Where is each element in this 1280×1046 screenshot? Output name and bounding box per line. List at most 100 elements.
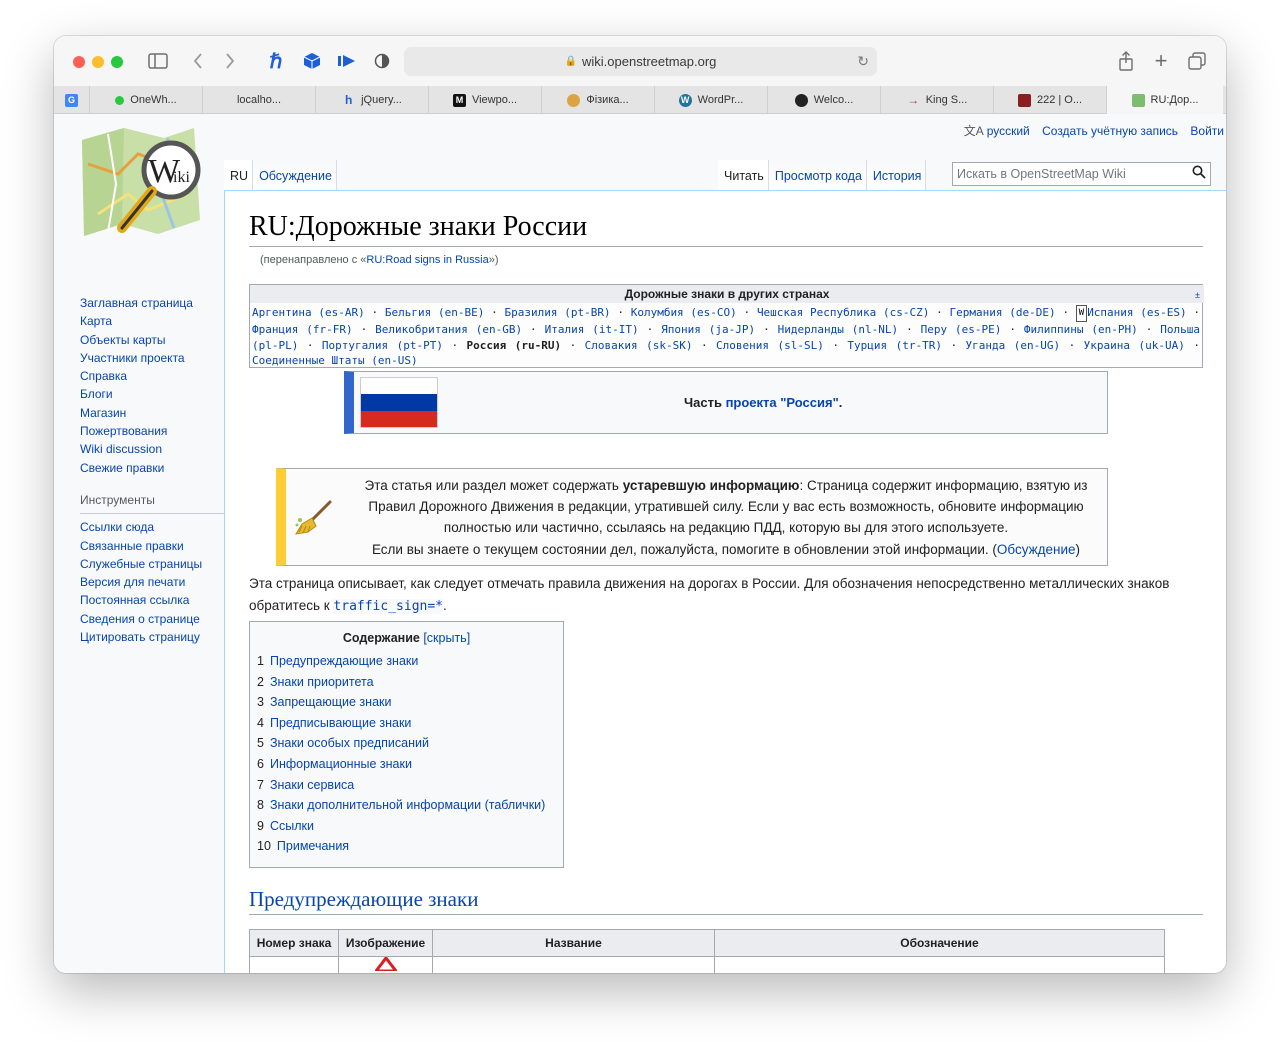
tab-physics[interactable]: Фізика... bbox=[542, 86, 655, 114]
tab-view-source[interactable]: Просмотр кода bbox=[768, 160, 867, 190]
navbox-country-link[interactable]: Уганда (en-UG) bbox=[966, 339, 1061, 352]
tab-history[interactable]: История bbox=[866, 160, 927, 190]
sidebar-item-related-changes[interactable]: Связанные правки bbox=[80, 537, 230, 555]
sidebar-item-shop[interactable]: Магазин bbox=[80, 404, 230, 422]
title-divider bbox=[249, 246, 1203, 247]
sidebar-item-contributors[interactable]: Участники проекта bbox=[80, 349, 230, 367]
extension-h-icon[interactable]: ℏ bbox=[264, 49, 288, 73]
search-icon[interactable] bbox=[1192, 165, 1206, 182]
navbox-country-link[interactable]: Колумбия (es-CO) bbox=[631, 306, 737, 319]
separator: · bbox=[638, 323, 662, 337]
create-account-link[interactable]: Создать учётную запись bbox=[1042, 124, 1178, 138]
navbox-country-link[interactable]: Италия (it-IT) bbox=[545, 323, 639, 336]
sidebar-item-map-features[interactable]: Объекты карты bbox=[80, 331, 230, 349]
toc-item[interactable]: 7 Знаки сервиса bbox=[257, 775, 563, 796]
sidebar-item-what-links-here[interactable]: Ссылки сюда bbox=[80, 518, 230, 536]
address-bar[interactable]: 🔒 wiki.openstreetmap.org ↻ bbox=[404, 47, 877, 76]
tab-welcome[interactable]: Welco... bbox=[768, 86, 881, 114]
tab-talk[interactable]: Обсуждение bbox=[253, 160, 337, 190]
navbox-toggle[interactable]: ± bbox=[1195, 286, 1200, 304]
navbox-country-link[interactable]: Турция (tr-TR) bbox=[847, 339, 942, 352]
sidebar-item-cite[interactable]: Цитировать страницу bbox=[80, 628, 230, 646]
sidebar-item-wiki-discussion[interactable]: Wiki discussion bbox=[80, 440, 230, 458]
language-link[interactable]: 文A русский bbox=[964, 124, 1030, 138]
sidebar-tools-heading: Инструменты bbox=[80, 491, 230, 515]
sidebar-item-printable[interactable]: Версия для печати bbox=[80, 573, 230, 591]
navbox-country-link[interactable]: Словения (sl-SL) bbox=[716, 339, 824, 352]
toc-item[interactable]: 2 Знаки приоритета bbox=[257, 672, 563, 693]
navbox-country-link[interactable]: Украина (uk-UA) bbox=[1084, 339, 1185, 352]
sidebar-item-main-page[interactable]: Заглавная страница bbox=[80, 294, 230, 312]
navbox-country-link[interactable]: Великобритания (en-GB) bbox=[375, 323, 522, 336]
toc-item[interactable]: 6 Информационные знаки bbox=[257, 754, 563, 775]
osm-wiki-logo[interactable]: W iki bbox=[78, 124, 203, 249]
back-icon[interactable] bbox=[186, 49, 210, 73]
tab-overview-icon[interactable] bbox=[1185, 49, 1209, 73]
navbox-country-link[interactable]: Япония (ja-JP) bbox=[661, 323, 755, 336]
sidebar-item-recent-changes[interactable]: Свежие правки bbox=[80, 459, 230, 477]
tab-ru[interactable]: RU bbox=[224, 160, 254, 190]
tab-read[interactable]: Читать bbox=[718, 160, 769, 190]
tab-translate[interactable]: G bbox=[54, 86, 90, 114]
tab-viewport[interactable]: M Viewpo... bbox=[429, 86, 542, 114]
tab-localhost[interactable]: localho... bbox=[203, 86, 316, 114]
sidebar-toggle-icon[interactable] bbox=[146, 49, 170, 73]
navbox-country-link[interactable]: Бразилия (pt-BR) bbox=[504, 306, 610, 319]
search-input[interactable]: Искать в OpenStreetMap Wiki bbox=[952, 162, 1211, 186]
h-icon: h bbox=[344, 92, 353, 107]
navbox-country-link[interactable]: Словакия (sk-SK) bbox=[585, 339, 693, 352]
navbox-country-link[interactable]: Чешская Республика (cs-CZ) bbox=[757, 306, 929, 319]
navbox-country-link[interactable]: Португалия (pt-PT) bbox=[322, 339, 443, 352]
toc-item[interactable]: 8 Знаки дополнительной информации (таблич… bbox=[257, 795, 563, 816]
toc-item[interactable]: 3 Запрещающие знаки bbox=[257, 692, 563, 713]
sidebar-item-permanent-link[interactable]: Постоянная ссылка bbox=[80, 591, 230, 609]
minimize-window-button[interactable] bbox=[92, 56, 104, 68]
page-title: RU:Дорожные знаки России bbox=[249, 211, 588, 242]
tab-jquery[interactable]: h jQuery... bbox=[316, 86, 429, 114]
reload-icon[interactable]: ↻ bbox=[857, 53, 869, 70]
navbox-country-link[interactable]: Испания (es-ES) bbox=[1087, 306, 1186, 319]
lock-icon: 🔒 bbox=[564, 56, 578, 67]
login-link[interactable]: Войти bbox=[1190, 124, 1224, 138]
traffic-sign-tag-link[interactable]: traffic_sign=* bbox=[333, 598, 443, 614]
discussion-link[interactable]: Обсуждение bbox=[997, 542, 1076, 557]
column-header-number: Номер знака bbox=[249, 929, 339, 957]
toc-item[interactable]: 9 Ссылки bbox=[257, 816, 563, 837]
sidebar-item-help[interactable]: Справка bbox=[80, 367, 230, 385]
toc-hide-toggle[interactable]: [скрыть] bbox=[423, 631, 470, 645]
sidebar-item-special-pages[interactable]: Служебные страницы bbox=[80, 555, 230, 573]
new-tab-icon[interactable]: + bbox=[1149, 48, 1173, 73]
tab-king[interactable]: → King S... bbox=[881, 86, 994, 114]
extension-play-icon[interactable] bbox=[335, 49, 359, 73]
navbox-country-link[interactable]: Бельгия (en-BE) bbox=[385, 306, 484, 319]
navbox-country-link[interactable]: Соединенные Штаты (en-US) bbox=[252, 354, 418, 367]
tab-onewh[interactable]: OneWh... bbox=[90, 86, 203, 114]
toc-item[interactable]: 10 Примечания bbox=[257, 836, 563, 857]
tab-wordpress[interactable]: W WordPr... bbox=[655, 86, 768, 114]
tab-current[interactable]: RU:Дор... bbox=[1107, 86, 1223, 114]
sidebar-item-donations[interactable]: Пожертвования bbox=[80, 422, 230, 440]
toc-item[interactable]: 1 Предупреждающие знаки bbox=[257, 651, 563, 672]
share-icon[interactable] bbox=[1114, 49, 1138, 73]
sidebar-item-map[interactable]: Карта bbox=[80, 312, 230, 330]
forward-icon[interactable] bbox=[218, 49, 242, 73]
navbox-country-link[interactable]: Германия (de-DE) bbox=[950, 306, 1056, 319]
navbox-country-link[interactable]: Аргентина (es-AR) bbox=[252, 306, 365, 319]
tab-222[interactable]: 222 | O... bbox=[994, 86, 1107, 114]
close-window-button[interactable] bbox=[73, 56, 85, 68]
extension-cube-icon[interactable] bbox=[300, 49, 324, 73]
toc-item[interactable]: 5 Знаки особых предписаний bbox=[257, 733, 563, 754]
navbox-country-link[interactable]: Франция (fr-FR) bbox=[252, 323, 353, 336]
navbox-country-link[interactable]: Филиппины (en-PH) bbox=[1024, 323, 1138, 336]
navbox-country-link[interactable]: Перу (es-PE) bbox=[921, 323, 1002, 336]
project-russia-link[interactable]: проекта "Россия" bbox=[726, 395, 839, 410]
sidebar-item-blogs[interactable]: Блоги bbox=[80, 385, 230, 403]
browser-toolbar: ℏ 🔒 wiki.openstreetmap.org ↻ + bbox=[54, 36, 1226, 86]
zoom-window-button[interactable] bbox=[111, 56, 123, 68]
sidebar-item-page-info[interactable]: Сведения о странице bbox=[80, 610, 230, 628]
privacy-shield-icon[interactable] bbox=[370, 49, 394, 73]
navbox-country-link[interactable]: Нидерланды (nl-NL) bbox=[778, 323, 899, 336]
separator: · bbox=[929, 306, 950, 319]
redirect-link[interactable]: RU:Road signs in Russia bbox=[366, 254, 488, 266]
toc-item[interactable]: 4 Предписывающие знаки bbox=[257, 713, 563, 734]
